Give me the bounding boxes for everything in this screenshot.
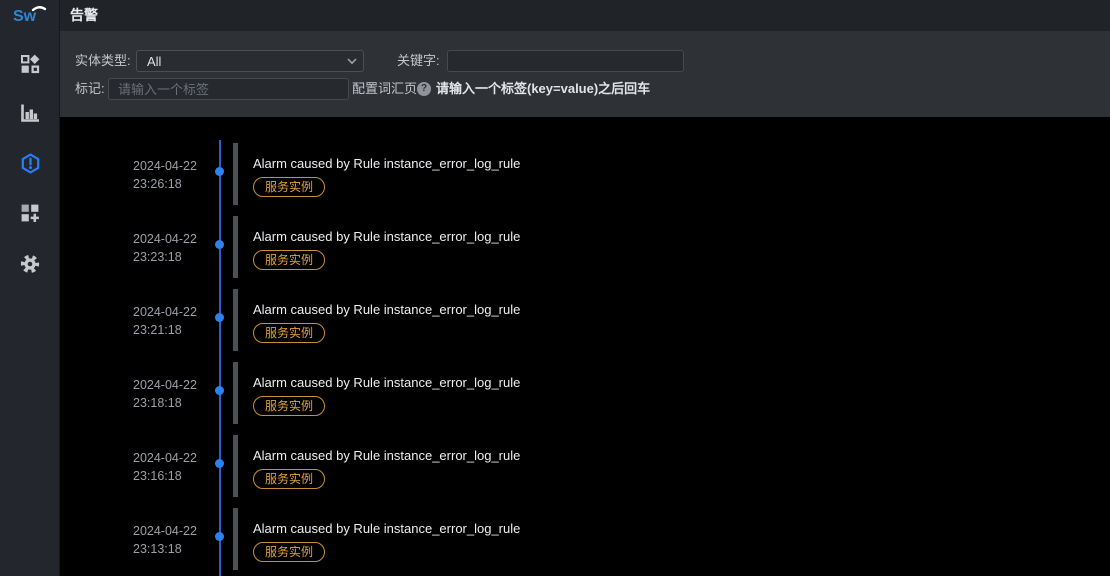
alarm-timestamp: 2024-04-22 23:18:18 [133, 376, 197, 412]
alarm-message: Alarm caused by Rule instance_error_log_… [253, 301, 653, 318]
grid-diamond-icon [20, 54, 40, 74]
tag-hint-text: 请输入一个标签(key=value)之后回车 [436, 78, 650, 100]
alarm-card[interactable]: Alarm caused by Rule instance_error_log_… [233, 289, 653, 351]
alarm-scope-tag: 服务实例 [253, 323, 325, 343]
page-header: 告警 [60, 0, 1110, 31]
alarm-scope-tag: 服务实例 [253, 177, 325, 197]
alarm-card[interactable]: Alarm caused by Rule instance_error_log_… [233, 143, 653, 205]
alarm-scope-tag: 服务实例 [253, 250, 325, 270]
alarm-scope-tag: 服务实例 [253, 542, 325, 562]
alarm-scope-tag: 服务实例 [253, 469, 325, 489]
alarm-timestamp: 2024-04-22 23:13:18 [133, 522, 197, 558]
sidebar: Sw [0, 0, 60, 576]
alarm-date: 2024-04-22 [133, 449, 197, 467]
timeline-dot [215, 167, 224, 176]
alarm-entries: 2024-04-22 23:26:18 Alarm caused by Rule… [60, 143, 1110, 576]
entity-type-value: All [137, 54, 341, 69]
alarm-timestamp: 2024-04-22 23:21:18 [133, 303, 197, 339]
alarm-message: Alarm caused by Rule instance_error_log_… [253, 520, 653, 537]
entity-type-label: 实体类型: [75, 50, 131, 72]
alarm-time: 23:18:18 [133, 394, 197, 412]
alarm-message: Alarm caused by Rule instance_error_log_… [253, 228, 653, 245]
alarm-date: 2024-04-22 [133, 376, 197, 394]
alarm-time: 23:23:18 [133, 248, 197, 266]
grid-plus-icon [20, 203, 40, 223]
alarm-card[interactable]: Alarm caused by Rule instance_error_log_… [233, 362, 653, 424]
keyword-input[interactable] [447, 50, 684, 72]
alarm-timestamp: 2024-04-22 23:16:18 [133, 449, 197, 485]
entity-type-select[interactable]: All [136, 50, 364, 72]
alarm-entry: 2024-04-22 23:21:18 Alarm caused by Rule… [60, 289, 1110, 351]
keyword-label: 关键字: [397, 50, 440, 72]
timeline-dot [215, 386, 224, 395]
alarm-entry: 2024-04-22 23:18:18 Alarm caused by Rule… [60, 362, 1110, 424]
sidebar-item-alarms[interactable] [0, 147, 60, 179]
bar-chart-icon [20, 103, 40, 123]
sidebar-item-marketplace[interactable] [0, 48, 60, 80]
vocabulary-page-link[interactable]: 配置词汇页 [352, 78, 417, 100]
alarm-time: 23:16:18 [133, 467, 197, 485]
tag-label: 标记: [75, 78, 105, 100]
sidebar-item-settings[interactable] [0, 248, 60, 280]
sidebar-item-metrics[interactable] [0, 97, 60, 129]
alarm-date: 2024-04-22 [133, 230, 197, 248]
timeline-dot [215, 459, 224, 468]
page-title: 告警 [70, 0, 98, 31]
alarm-hexagon-icon [20, 153, 41, 174]
alarm-scope-tag: 服务实例 [253, 396, 325, 416]
alarm-entry: 2024-04-22 23:13:18 Alarm caused by Rule… [60, 508, 1110, 570]
alarm-date: 2024-04-22 [133, 522, 197, 540]
alarm-message: Alarm caused by Rule instance_error_log_… [253, 155, 653, 172]
alarm-timeline: 2024-04-22 23:26:18 Alarm caused by Rule… [60, 117, 1110, 576]
timeline-dot [215, 240, 224, 249]
alarm-time: 23:21:18 [133, 321, 197, 339]
gear-icon [20, 254, 40, 274]
alarm-timestamp: 2024-04-22 23:26:18 [133, 157, 197, 193]
alarm-card[interactable]: Alarm caused by Rule instance_error_log_… [233, 216, 653, 278]
timeline-dot [215, 532, 224, 541]
alarm-message: Alarm caused by Rule instance_error_log_… [253, 374, 653, 391]
filter-panel: 实体类型: All 关键字: 标记: 配置词汇页 ? 请输入一个标签(key=v… [60, 31, 1110, 117]
tag-input[interactable] [108, 78, 349, 100]
alarm-message: Alarm caused by Rule instance_error_log_… [253, 447, 653, 464]
alarm-card[interactable]: Alarm caused by Rule instance_error_log_… [233, 435, 653, 497]
alarm-timestamp: 2024-04-22 23:23:18 [133, 230, 197, 266]
timeline-dot [215, 313, 224, 322]
alarm-entry: 2024-04-22 23:16:18 Alarm caused by Rule… [60, 435, 1110, 497]
alarm-time: 23:13:18 [133, 540, 197, 558]
alarm-entry: 2024-04-22 23:26:18 Alarm caused by Rule… [60, 143, 1110, 205]
alarm-entry: 2024-04-22 23:23:18 Alarm caused by Rule… [60, 216, 1110, 278]
sidebar-item-dashboards[interactable] [0, 197, 60, 229]
alarm-date: 2024-04-22 [133, 303, 197, 321]
alarm-card[interactable]: Alarm caused by Rule instance_error_log_… [233, 508, 653, 570]
chevron-down-icon [341, 55, 363, 67]
skywalking-logo-icon: Sw [12, 3, 48, 27]
alarm-time: 23:26:18 [133, 175, 197, 193]
help-question-icon[interactable]: ? [417, 82, 431, 96]
skywalking-logo[interactable]: Sw [0, 2, 60, 28]
alarm-date: 2024-04-22 [133, 157, 197, 175]
